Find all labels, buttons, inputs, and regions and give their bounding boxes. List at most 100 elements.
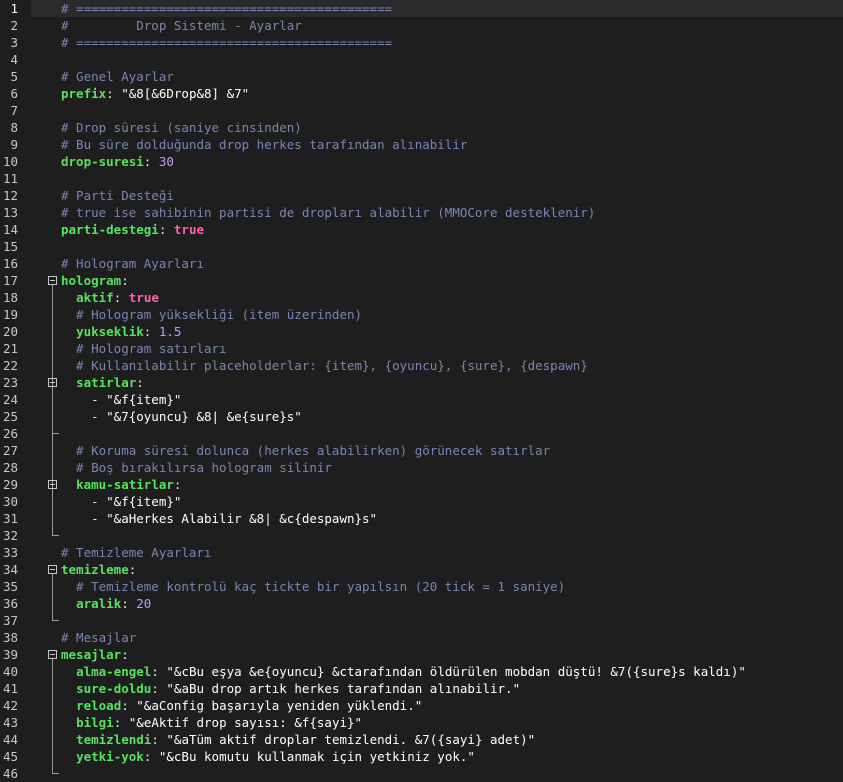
code-text[interactable]: temizleme:: [61, 561, 136, 578]
code-text[interactable]: # Temizleme kontrolü kaç tickte bir yapı…: [61, 578, 565, 595]
code-text[interactable]: satirlar:: [61, 374, 144, 391]
code-line[interactable]: 9 # Bu süre dolduğunda drop herkes tarafı…: [0, 136, 843, 153]
code-line[interactable]: 14 parti-destegi: true: [0, 221, 843, 238]
code-line[interactable]: 35 # Temizleme kontrolü kaç tickte bir y…: [0, 578, 843, 595]
code-editor[interactable]: 1 # =====================================…: [0, 0, 843, 781]
code-line[interactable]: 5 # Genel Ayarlar: [0, 68, 843, 85]
code-text[interactable]: temizlendi: "&aTüm aktif droplar temizle…: [61, 731, 535, 748]
string-token: "&8[&6Drop&8] &7": [121, 86, 250, 101]
code-text[interactable]: drop-suresi: 30: [61, 153, 174, 170]
code-text[interactable]: prefix: "&8[&6Drop&8] &7": [61, 85, 249, 102]
code-line[interactable]: 19 # Hologram yüksekliği (item üzerinden…: [0, 306, 843, 323]
code-line[interactable]: 6 prefix: "&8[&6Drop&8] &7": [0, 85, 843, 102]
code-line[interactable]: 40 alma-engel: "&cBu eşya &e{oyuncu} &ct…: [0, 663, 843, 680]
code-line[interactable]: 44 temizlendi: "&aTüm aktif droplar temi…: [0, 731, 843, 748]
code-text[interactable]: parti-destegi: true: [61, 221, 204, 238]
code-text[interactable]: kamu-satirlar:: [61, 476, 181, 493]
code-text[interactable]: - "&f{item}": [61, 391, 181, 408]
code-line[interactable]: 28 # Boş bırakılırsa hologram silinir: [0, 459, 843, 476]
code-line[interactable]: 11: [0, 170, 843, 187]
fold-toggle-icon[interactable]: [48, 276, 57, 285]
code-line[interactable]: 25 - "&7{oyuncu} &8| &e{sure}s": [0, 408, 843, 425]
code-line[interactable]: 22 # Kullanılabilir placeholderlar: {ite…: [0, 357, 843, 374]
code-line[interactable]: 12 # Parti Desteği: [0, 187, 843, 204]
code-text[interactable]: sure-doldu: "&aBu drop artık herkes tara…: [61, 680, 520, 697]
code-text[interactable]: mesajlar:: [61, 646, 129, 663]
code-line[interactable]: 39 mesajlar:: [0, 646, 843, 663]
code-text[interactable]: # Drop süresi (saniye cinsinden): [61, 119, 302, 136]
code-line[interactable]: 18 aktif: true: [0, 289, 843, 306]
code-line[interactable]: 4: [0, 51, 843, 68]
code-line[interactable]: 32: [0, 527, 843, 544]
punctuation-token: :: [143, 749, 159, 764]
code-line[interactable]: 37: [0, 612, 843, 629]
code-text[interactable]: # Kullanılabilir placeholderlar: {item},…: [61, 357, 588, 374]
code-text[interactable]: # Parti Desteği: [61, 187, 174, 204]
code-text[interactable]: # Drop Sistemi - Ayarlar: [61, 17, 302, 34]
code-text[interactable]: - "&f{item}": [61, 493, 181, 510]
fold-toggle-icon[interactable]: [48, 565, 57, 574]
code-line[interactable]: 23 satirlar:: [0, 374, 843, 391]
code-text[interactable]: # Hologram Ayarları: [61, 255, 204, 272]
code-text[interactable]: hologram:: [61, 272, 129, 289]
code-line[interactable]: 42 reload: "&aConfig başarıyla yeniden y…: [0, 697, 843, 714]
code-line[interactable]: 21 # Hologram satırları: [0, 340, 843, 357]
code-line[interactable]: 15: [0, 238, 843, 255]
boolean-token: true: [128, 290, 159, 305]
line-number: 14: [2, 222, 18, 237]
code-text[interactable]: reload: "&aConfig başarıyla yeniden yükl…: [61, 697, 422, 714]
line-number: 32: [2, 528, 18, 543]
code-text[interactable]: yetki-yok: "&cBu komutu kullanmak için y…: [61, 748, 475, 765]
code-text[interactable]: # true ise sahibinin partisi de dropları…: [61, 204, 595, 221]
code-text[interactable]: alma-engel: "&cBu eşya &e{oyuncu} &ctara…: [61, 663, 746, 680]
fold-toggle-icon[interactable]: [48, 480, 57, 489]
code-text[interactable]: # Mesajlar: [61, 629, 136, 646]
code-text[interactable]: yukseklik: 1.5: [61, 323, 181, 340]
code-line[interactable]: 17 hologram:: [0, 272, 843, 289]
code-line[interactable]: 33 # Temizleme Ayarları: [0, 544, 843, 561]
code-text[interactable]: aralik: 20: [61, 595, 151, 612]
line-number: 12: [2, 188, 18, 203]
code-text[interactable]: # Hologram yüksekliği (item üzerinden): [61, 306, 362, 323]
code-line[interactable]: 13 # true ise sahibinin partisi de dropla…: [0, 204, 843, 221]
code-text[interactable]: # ======================================…: [61, 0, 392, 17]
code-line[interactable]: 29 kamu-satirlar:: [0, 476, 843, 493]
code-text[interactable]: - "&7{oyuncu} &8| &e{sure}s": [61, 408, 302, 425]
code-line[interactable]: 1 # =====================================…: [0, 0, 843, 17]
code-text[interactable]: # Koruma süresi dolunca (herkes alabilir…: [61, 442, 550, 459]
fold-toggle-icon[interactable]: [48, 650, 57, 659]
fold-toggle-icon[interactable]: [48, 378, 57, 387]
code-line[interactable]: 24 - "&f{item}": [0, 391, 843, 408]
code-line[interactable]: 7: [0, 102, 843, 119]
code-line[interactable]: 2 # Drop Sistemi - Ayarlar: [0, 17, 843, 34]
code-line[interactable]: 16 # Hologram Ayarları: [0, 255, 843, 272]
code-line[interactable]: 45 yetki-yok: "&cBu komutu kullanmak içi…: [0, 748, 843, 765]
code-text[interactable]: # Boş bırakılırsa hologram silinir: [61, 459, 332, 476]
code-line[interactable]: 20 yukseklik: 1.5: [0, 323, 843, 340]
key-token: alma-engel: [76, 664, 152, 679]
code-line[interactable]: 3 # =====================================…: [0, 34, 843, 51]
code-line[interactable]: 43 bilgi: "&eAktif drop sayısı: &f{sayi}…: [0, 714, 843, 731]
code-line[interactable]: 10 drop-suresi: 30: [0, 153, 843, 170]
line-number: 41: [2, 681, 18, 696]
code-text[interactable]: # ======================================…: [61, 34, 392, 51]
code-line[interactable]: 26: [0, 425, 843, 442]
code-text[interactable]: # Genel Ayarlar: [61, 68, 174, 85]
code-line[interactable]: 34 temizleme:: [0, 561, 843, 578]
code-text[interactable]: # Bu süre dolduğunda drop herkes tarafın…: [61, 136, 467, 153]
code-line[interactable]: 8 # Drop süresi (saniye cinsinden): [0, 119, 843, 136]
code-text[interactable]: # Hologram satırları: [61, 340, 227, 357]
code-line[interactable]: 36 aralik: 20: [0, 595, 843, 612]
code-text[interactable]: aktif: true: [61, 289, 159, 306]
code-text[interactable]: bilgi: "&eAktif drop sayısı: &f{sayi}": [61, 714, 362, 731]
code-line[interactable]: 27 # Koruma süresi dolunca (herkes alabi…: [0, 442, 843, 459]
number-token: 30: [158, 154, 174, 169]
code-text[interactable]: # Temizleme Ayarları: [61, 544, 212, 561]
code-line[interactable]: 41 sure-doldu: "&aBu drop artık herkes t…: [0, 680, 843, 697]
string-token: "&aConfig başarıyla yeniden yüklendi.": [136, 698, 423, 713]
code-line[interactable]: 38 # Mesajlar: [0, 629, 843, 646]
code-line[interactable]: 46: [0, 765, 843, 782]
code-line[interactable]: 31 - "&aHerkes Alabilir &8| &c{despawn}s…: [0, 510, 843, 527]
code-text[interactable]: - "&aHerkes Alabilir &8| &c{despawn}s": [61, 510, 377, 527]
code-line[interactable]: 30 - "&f{item}": [0, 493, 843, 510]
